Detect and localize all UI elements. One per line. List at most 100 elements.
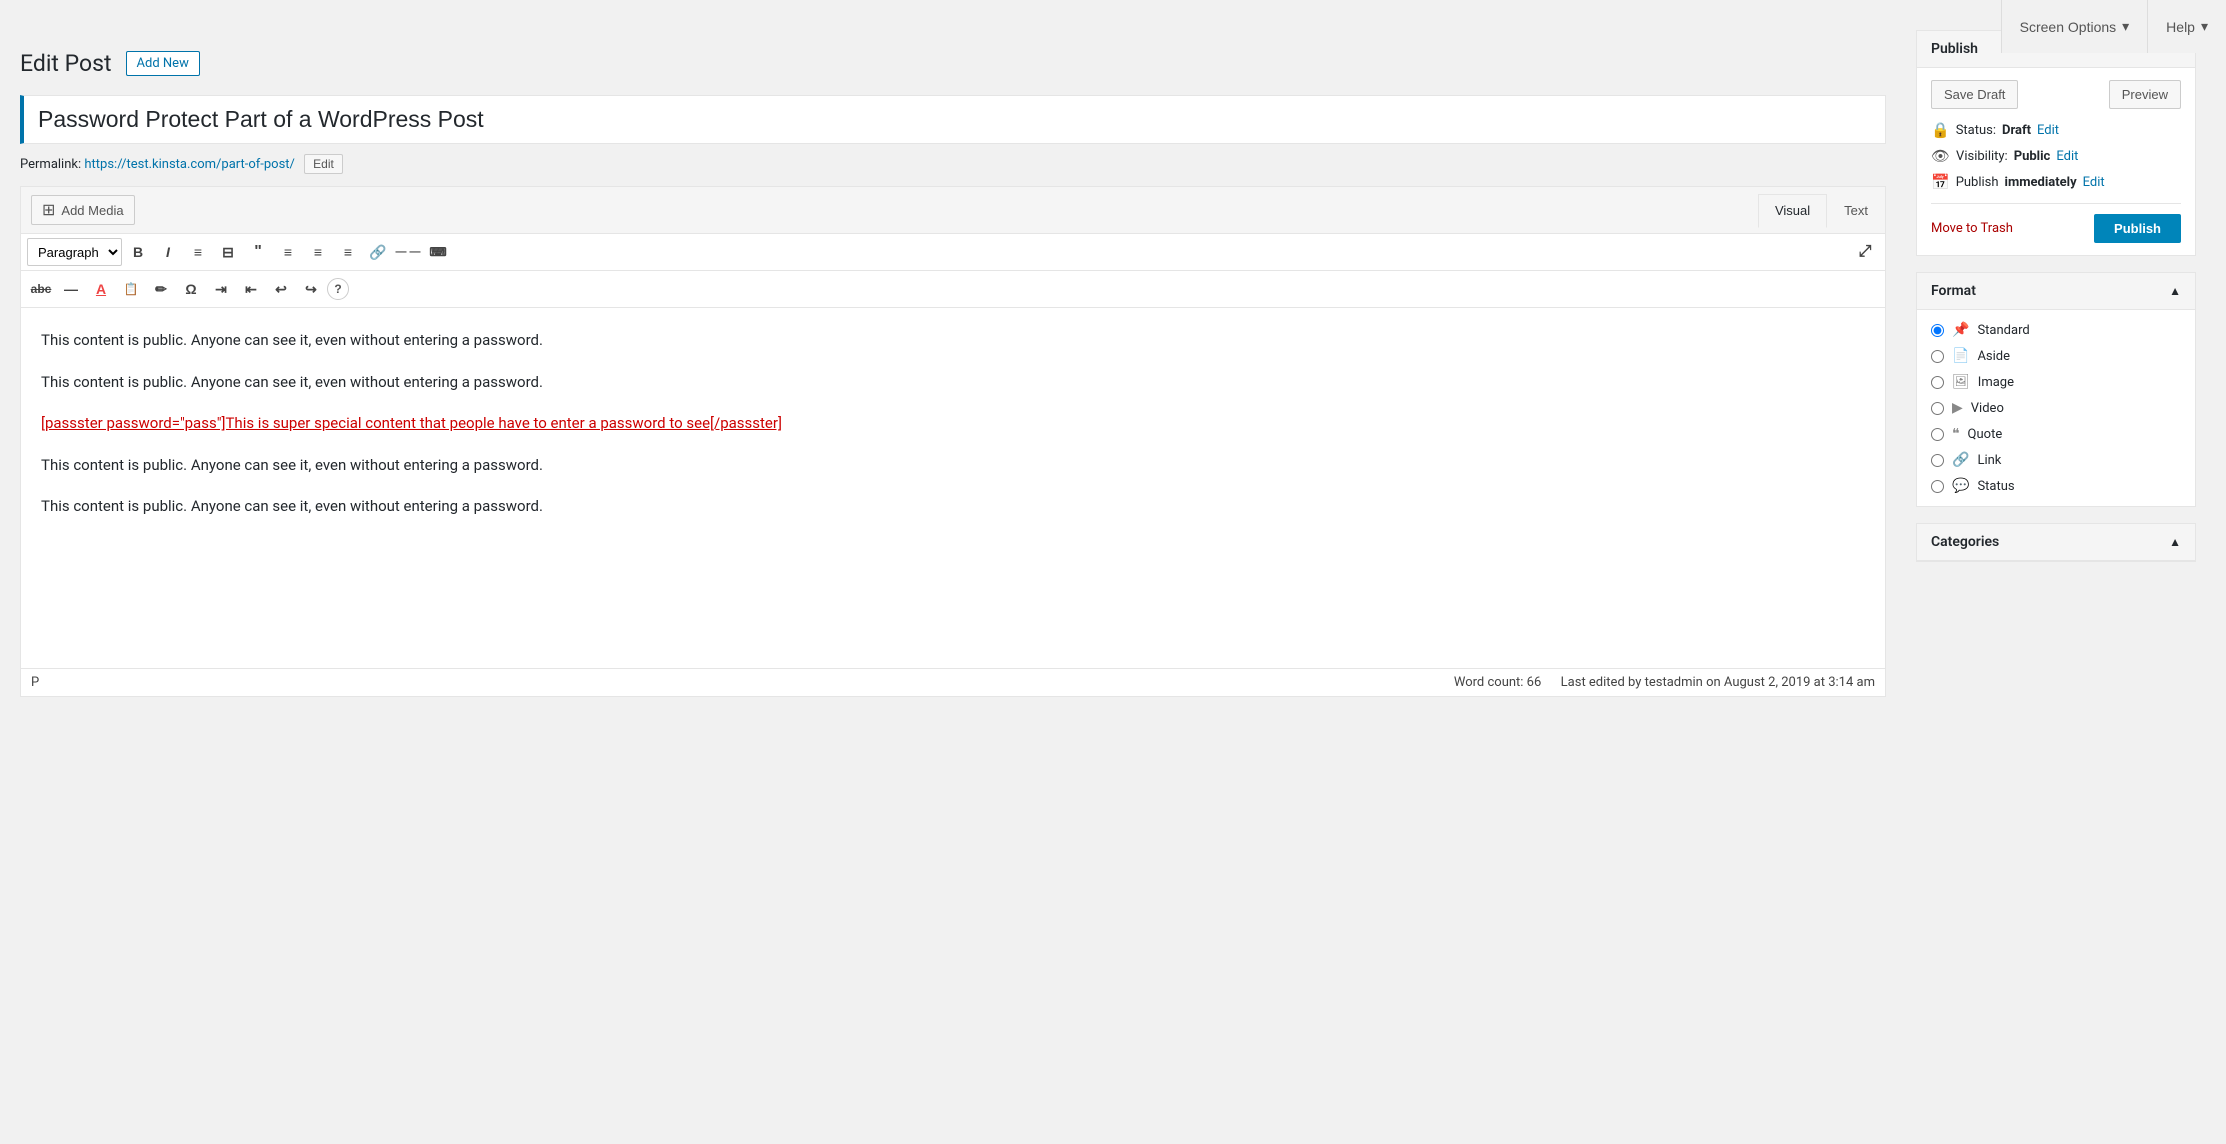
chevron-down-icon: ▾	[2122, 18, 2129, 35]
calendar-icon: 📅	[1931, 173, 1950, 191]
status-label: Status:	[1956, 123, 1996, 138]
clear-formatting-button[interactable]: ✏	[147, 275, 175, 303]
shortcode-text: [passster password="pass"]This is super …	[41, 414, 782, 432]
preview-button[interactable]: Preview	[2109, 80, 2181, 109]
permalink-edit-button[interactable]: Edit	[304, 154, 343, 174]
aside-format-icon: 📄	[1952, 348, 1969, 364]
help-label: Help	[2166, 19, 2195, 35]
word-count: Word count: 66	[1454, 675, 1541, 690]
align-center-button[interactable]: ≡	[304, 238, 332, 266]
format-box-header[interactable]: Format ▲	[1917, 273, 2195, 310]
help-button[interactable]: ?	[327, 278, 349, 300]
footer-right: Word count: 66 Last edited by testadmin …	[1454, 675, 1875, 690]
categories-box-header[interactable]: Categories ▲	[1917, 524, 2195, 561]
format-option-link[interactable]: 🔗Link	[1931, 452, 2181, 468]
format-label-image: Image	[1978, 375, 2014, 390]
special-chars-button[interactable]: Ω	[177, 275, 205, 303]
permalink-link[interactable]: https://test.kinsta.com/part-of-post/	[84, 157, 295, 172]
publish-box-content: Save Draft Preview 🔒 Status: Draft Edit …	[1917, 68, 2195, 255]
visibility-row: 👁 Visibility: Public Edit	[1931, 147, 2181, 165]
editor-wrap: ⊞ Add Media Visual Text Paragraph B I	[20, 186, 1886, 697]
publish-box-title: Publish	[1931, 41, 1978, 57]
strikethrough-button[interactable]: abc	[27, 275, 55, 303]
indent-button[interactable]: ⇥	[207, 275, 235, 303]
publish-time-label: Publish	[1956, 175, 1999, 190]
tab-text[interactable]: Text	[1827, 194, 1885, 227]
help-button[interactable]: Help ▾	[2147, 0, 2226, 53]
align-right-button[interactable]: ≡	[334, 238, 362, 266]
status-icon: 🔒	[1931, 121, 1950, 139]
page-title: Edit Post	[20, 50, 112, 77]
categories-box: Categories ▲	[1916, 523, 2196, 562]
format-radio-standard[interactable]	[1931, 324, 1944, 337]
post-title-input[interactable]	[38, 106, 1871, 133]
format-radio-quote[interactable]	[1931, 428, 1944, 441]
align-left-button[interactable]: ≡	[274, 238, 302, 266]
page-wrap: Edit Post Add New Permalink: https://tes…	[0, 0, 2226, 717]
chevron-up-icon: ▲	[2169, 535, 2181, 549]
format-options: 📌Standard 📄 Aside 🖼Image ▶Video ❝ Quote 🔗Link 💬S…	[1931, 322, 2181, 494]
content-paragraph-1: This content is public. Anyone can see i…	[41, 328, 1865, 354]
top-bar: Screen Options ▾ Help ▾	[2001, 0, 2226, 53]
add-media-icon: ⊞	[42, 200, 55, 220]
text-color-button[interactable]: A	[87, 275, 115, 303]
status-row: 🔒 Status: Draft Edit	[1931, 121, 2181, 139]
permalink-label: Permalink:	[20, 157, 81, 172]
paragraph-select[interactable]: Paragraph	[27, 238, 122, 266]
format-label-video: Video	[1971, 401, 2004, 416]
format-radio-aside[interactable]	[1931, 350, 1944, 363]
ordered-list-button[interactable]: ⊟	[214, 238, 242, 266]
blockquote-button[interactable]: "	[244, 238, 272, 266]
content-paragraph-4: This content is public. Anyone can see i…	[41, 494, 1865, 520]
format-box: Format ▲ 📌Standard 📄 Aside 🖼Image ▶Video ❝ Quo…	[1916, 272, 2196, 507]
horizontal-rule-button[interactable]: —	[57, 275, 85, 303]
unordered-list-button[interactable]: ≡	[184, 238, 212, 266]
format-label-status: Status	[1977, 479, 2014, 494]
visibility-edit-link[interactable]: Edit	[2056, 149, 2078, 164]
add-new-button[interactable]: Add New	[126, 51, 200, 76]
format-option-standard[interactable]: 📌Standard	[1931, 322, 2181, 338]
add-media-button[interactable]: ⊞ Add Media	[31, 195, 135, 225]
standard-format-icon: 📌	[1952, 322, 1969, 338]
format-radio-link[interactable]	[1931, 454, 1944, 467]
format-option-video[interactable]: ▶Video	[1931, 400, 2181, 416]
italic-button[interactable]: I	[154, 238, 182, 266]
sidebar: Publish ▲ Save Draft Preview 🔒 Status: D…	[1906, 30, 2206, 717]
more-button[interactable]: — —	[394, 238, 422, 266]
bold-button[interactable]: B	[124, 238, 152, 266]
add-media-bar: ⊞ Add Media	[21, 187, 1758, 233]
format-radio-video[interactable]	[1931, 402, 1944, 415]
format-option-aside[interactable]: 📄 Aside	[1931, 348, 2181, 364]
chevron-up-icon: ▲	[2169, 284, 2181, 298]
save-draft-button[interactable]: Save Draft	[1931, 80, 2018, 109]
publish-time-edit-link[interactable]: Edit	[2083, 175, 2105, 190]
format-label-aside: Aside	[1977, 349, 2010, 364]
format-radio-image[interactable]	[1931, 376, 1944, 389]
tab-visual[interactable]: Visual	[1758, 194, 1827, 228]
redo-button[interactable]: ↪	[297, 275, 325, 303]
permalink-bar: Permalink: https://test.kinsta.com/part-…	[20, 154, 1886, 174]
quote-format-icon: ❝	[1952, 426, 1960, 442]
status-edit-link[interactable]: Edit	[2037, 123, 2059, 138]
publish-time-value: immediately	[2005, 175, 2077, 190]
status-value: Draft	[2002, 123, 2031, 138]
paste-from-word-button[interactable]: 📋	[117, 275, 145, 303]
format-option-image[interactable]: 🖼Image	[1931, 374, 2181, 390]
undo-button[interactable]: ↩	[267, 275, 295, 303]
expand-button[interactable]: ⤢	[1851, 238, 1879, 266]
format-option-quote[interactable]: ❝ Quote	[1931, 426, 2181, 442]
screen-options-button[interactable]: Screen Options ▾	[2001, 0, 2148, 53]
editor-content[interactable]: This content is public. Anyone can see i…	[21, 308, 1885, 668]
categories-box-title: Categories	[1931, 534, 1999, 550]
outdent-button[interactable]: ⇤	[237, 275, 265, 303]
move-to-trash-link[interactable]: Move to Trash	[1931, 221, 2013, 236]
publish-button[interactable]: Publish	[2094, 214, 2181, 243]
link-button[interactable]: 🔗	[364, 238, 392, 266]
visibility-icon: 👁	[1931, 147, 1950, 165]
screen-options-label: Screen Options	[2020, 19, 2117, 35]
format-radio-status[interactable]	[1931, 480, 1944, 493]
format-label-quote: Quote	[1968, 427, 2003, 442]
post-title-wrap	[20, 95, 1886, 144]
format-option-status[interactable]: 💬Status	[1931, 478, 2181, 494]
keyboard-shortcut-button[interactable]: ⌨	[424, 238, 452, 266]
